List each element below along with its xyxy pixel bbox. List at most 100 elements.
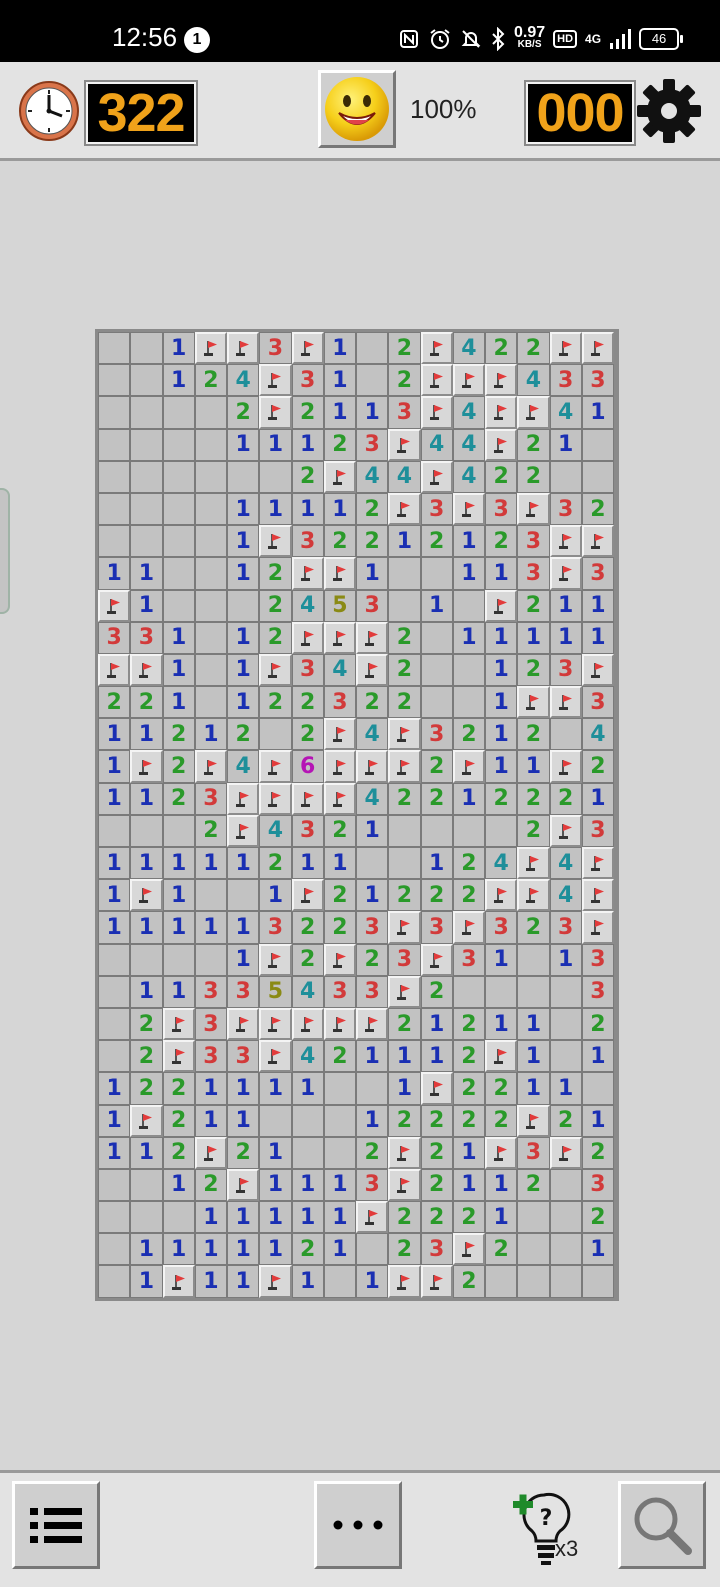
number-cell[interactable]: 1 xyxy=(227,1072,260,1105)
number-cell[interactable]: 1 xyxy=(98,1136,131,1169)
number-cell[interactable]: 1 xyxy=(227,1104,260,1137)
number-cell[interactable]: 1 xyxy=(323,1201,356,1234)
empty-cell[interactable] xyxy=(194,557,227,590)
number-cell[interactable]: 3 xyxy=(356,428,389,461)
empty-cell[interactable] xyxy=(162,460,195,493)
number-cell[interactable]: 2 xyxy=(517,428,550,461)
flagged-cell[interactable] xyxy=(549,814,582,847)
number-cell[interactable]: 1 xyxy=(581,621,614,654)
number-cell[interactable]: 4 xyxy=(227,750,260,783)
number-cell[interactable]: 3 xyxy=(356,1168,389,1202)
empty-cell[interactable] xyxy=(130,396,163,429)
empty-cell[interactable] xyxy=(323,1265,356,1298)
empty-cell[interactable] xyxy=(420,653,453,687)
number-cell[interactable]: 1 xyxy=(162,847,195,880)
flagged-cell[interactable] xyxy=(259,653,292,687)
number-cell[interactable]: 3 xyxy=(549,492,582,526)
number-cell[interactable]: 2 xyxy=(291,686,324,719)
flagged-cell[interactable] xyxy=(517,686,550,719)
number-cell[interactable]: 2 xyxy=(452,1007,485,1041)
flagged-cell[interactable] xyxy=(388,750,421,783)
number-cell[interactable]: 2 xyxy=(517,814,550,847)
empty-cell[interactable] xyxy=(98,332,131,365)
number-cell[interactable]: 3 xyxy=(130,621,163,654)
flagged-cell[interactable] xyxy=(356,653,389,687)
flagged-cell[interactable] xyxy=(549,525,582,558)
flagged-cell[interactable] xyxy=(194,1136,227,1169)
empty-cell[interactable] xyxy=(194,621,227,654)
number-cell[interactable]: 2 xyxy=(452,718,485,751)
number-cell[interactable]: 1 xyxy=(162,1168,195,1202)
flagged-cell[interactable] xyxy=(323,750,356,783)
number-cell[interactable]: 3 xyxy=(356,589,389,622)
empty-cell[interactable] xyxy=(420,814,453,847)
number-cell[interactable]: 2 xyxy=(485,332,518,365)
number-cell[interactable]: 4 xyxy=(420,428,453,461)
number-cell[interactable]: 1 xyxy=(162,653,195,687)
empty-cell[interactable] xyxy=(194,686,227,719)
number-cell[interactable]: 1 xyxy=(227,911,260,944)
number-cell[interactable]: 3 xyxy=(194,1007,227,1041)
number-cell[interactable]: 2 xyxy=(323,1040,356,1073)
number-cell[interactable]: 2 xyxy=(227,1136,260,1169)
empty-cell[interactable] xyxy=(194,525,227,558)
flagged-cell[interactable] xyxy=(420,1265,453,1298)
number-cell[interactable]: 1 xyxy=(130,557,163,590)
empty-cell[interactable] xyxy=(388,557,421,590)
number-cell[interactable]: 1 xyxy=(517,1040,550,1073)
number-cell[interactable]: 2 xyxy=(485,525,518,558)
empty-cell[interactable] xyxy=(291,1136,324,1169)
number-cell[interactable]: 2 xyxy=(259,686,292,719)
number-cell[interactable]: 2 xyxy=(420,1104,453,1137)
flagged-cell[interactable] xyxy=(517,879,550,912)
number-cell[interactable]: 1 xyxy=(452,621,485,654)
flagged-cell[interactable] xyxy=(259,1265,292,1298)
number-cell[interactable]: 1 xyxy=(291,1201,324,1234)
side-drawer-handle[interactable] xyxy=(0,488,10,614)
number-cell[interactable]: 1 xyxy=(323,1233,356,1266)
flagged-cell[interactable] xyxy=(259,1007,292,1041)
number-cell[interactable]: 1 xyxy=(420,1007,453,1041)
number-cell[interactable]: 2 xyxy=(323,525,356,558)
flagged-cell[interactable] xyxy=(388,718,421,751)
number-cell[interactable]: 4 xyxy=(549,879,582,912)
number-cell[interactable]: 1 xyxy=(356,396,389,429)
number-cell[interactable]: 2 xyxy=(388,686,421,719)
number-cell[interactable]: 1 xyxy=(162,1233,195,1266)
empty-cell[interactable] xyxy=(162,396,195,429)
number-cell[interactable]: 2 xyxy=(388,1233,421,1266)
flagged-cell[interactable] xyxy=(420,1072,453,1105)
flagged-cell[interactable] xyxy=(517,1104,550,1137)
number-cell[interactable]: 2 xyxy=(420,879,453,912)
number-cell[interactable]: 1 xyxy=(194,1233,227,1266)
flagged-cell[interactable] xyxy=(259,396,292,429)
number-cell[interactable]: 1 xyxy=(388,1072,421,1105)
flagged-cell[interactable] xyxy=(162,1265,195,1298)
flagged-cell[interactable] xyxy=(388,492,421,526)
flagged-cell[interactable] xyxy=(581,332,614,365)
number-cell[interactable]: 1 xyxy=(130,782,163,815)
flagged-cell[interactable] xyxy=(323,943,356,976)
empty-cell[interactable] xyxy=(130,1168,163,1202)
number-cell[interactable]: 1 xyxy=(227,1233,260,1266)
number-cell[interactable]: 1 xyxy=(227,428,260,461)
number-cell[interactable]: 1 xyxy=(194,1072,227,1105)
flagged-cell[interactable] xyxy=(227,332,260,365)
number-cell[interactable]: 1 xyxy=(581,396,614,429)
number-cell[interactable]: 2 xyxy=(227,718,260,751)
empty-cell[interactable] xyxy=(98,1233,131,1266)
number-cell[interactable]: 3 xyxy=(452,943,485,976)
more-options-button[interactable] xyxy=(314,1481,402,1569)
number-cell[interactable]: 2 xyxy=(420,1201,453,1234)
empty-cell[interactable] xyxy=(98,975,131,1008)
empty-cell[interactable] xyxy=(130,1201,163,1234)
number-cell[interactable]: 1 xyxy=(420,847,453,880)
empty-cell[interactable] xyxy=(130,525,163,558)
flagged-cell[interactable] xyxy=(485,364,518,397)
number-cell[interactable]: 2 xyxy=(323,428,356,461)
number-cell[interactable]: 2 xyxy=(485,1104,518,1137)
number-cell[interactable]: 3 xyxy=(420,492,453,526)
flagged-cell[interactable] xyxy=(517,847,550,880)
empty-cell[interactable] xyxy=(98,814,131,847)
number-cell[interactable]: 3 xyxy=(194,1040,227,1073)
